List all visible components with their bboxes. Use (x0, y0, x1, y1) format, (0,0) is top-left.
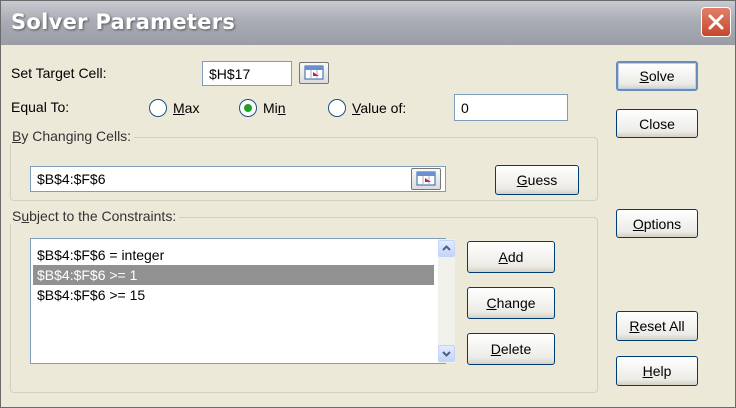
constraint-item[interactable]: $B$4:$F$6 >= 15 (33, 285, 434, 305)
chevron-down-icon (442, 351, 451, 357)
window-title: Solver Parameters (11, 10, 236, 34)
radio-min[interactable] (239, 99, 257, 117)
constraint-item[interactable]: $B$4:$F$6 = integer (33, 245, 434, 265)
radio-value-of[interactable] (328, 99, 346, 117)
delete-constraint-button[interactable]: Delete (467, 333, 555, 365)
scroll-up-button[interactable] (438, 240, 455, 257)
constraints-scrollbar[interactable] (438, 239, 455, 363)
collapse-dialog-icon (304, 65, 324, 80)
radio-min-label[interactable]: Min (263, 100, 286, 116)
chevron-up-icon (442, 245, 451, 251)
options-button[interactable]: Options (616, 209, 698, 238)
changing-collapse-button[interactable] (411, 168, 441, 190)
scroll-down-button[interactable] (438, 345, 455, 362)
target-cell-label: Set Target Cell: (11, 65, 107, 81)
equal-to-label: Equal To: (11, 99, 70, 115)
guess-button[interactable]: Guess (495, 165, 579, 195)
target-collapse-button[interactable] (299, 62, 329, 84)
changing-cells-label: By Changing Cells: (9, 128, 135, 144)
help-button[interactable]: Help (616, 356, 698, 386)
title-bar[interactable]: Solver Parameters (1, 1, 735, 45)
radio-max-label[interactable]: Max (173, 100, 199, 116)
collapse-dialog-icon (416, 171, 436, 186)
constraints-list[interactable]: $B$4:$F$6 = integer $B$4:$F$6 >= 1 $B$4:… (30, 238, 455, 364)
constraint-item-selected[interactable]: $B$4:$F$6 >= 1 (33, 265, 434, 285)
changing-cells-input[interactable]: $B$4:$F$6 (30, 166, 446, 192)
reset-all-button[interactable]: Reset All (616, 311, 698, 341)
radio-selected-dot (244, 104, 252, 112)
close-button[interactable]: Close (616, 109, 698, 138)
close-icon (708, 14, 724, 30)
solve-button[interactable]: Solve (616, 61, 698, 91)
radio-max[interactable] (149, 99, 167, 117)
add-constraint-button[interactable]: Add (467, 241, 555, 273)
radio-value-of-label[interactable]: Value of: (352, 100, 406, 116)
change-constraint-button[interactable]: Change (467, 287, 555, 319)
close-window-button[interactable] (701, 7, 731, 37)
value-of-input[interactable]: 0 (454, 94, 568, 121)
solver-dialog: Solver Parameters Set Target Cell: $H$17… (0, 0, 736, 408)
constraints-label: Subject to the Constraints: (9, 208, 180, 224)
target-cell-input[interactable]: $H$17 (202, 61, 292, 86)
